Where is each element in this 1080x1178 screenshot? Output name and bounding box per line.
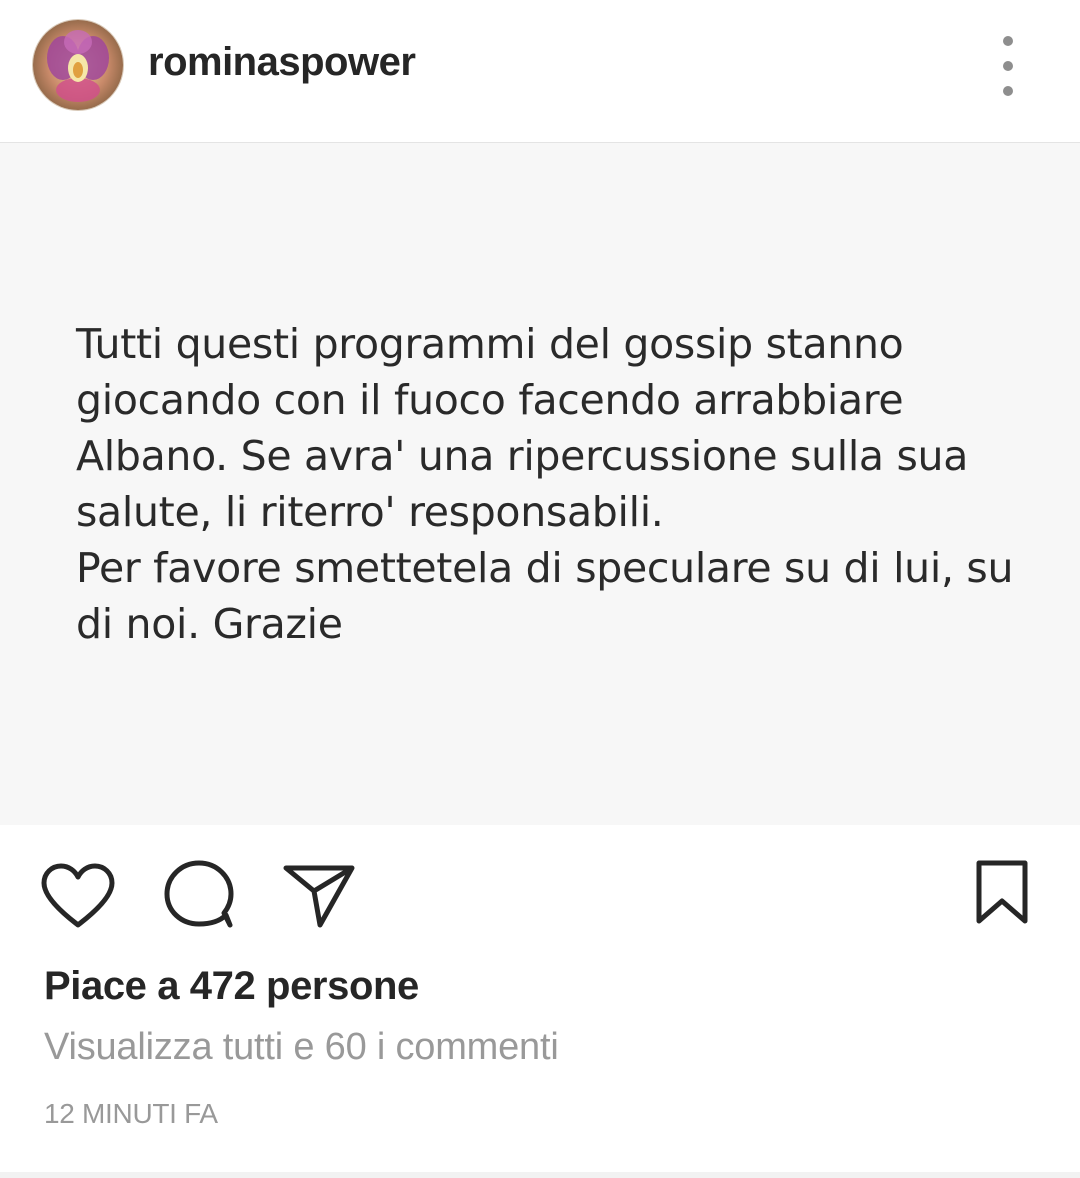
more-vertical-icon-dot (1003, 86, 1013, 96)
likes-count[interactable]: Piace a 472 persone (44, 964, 419, 1009)
bookmark-icon (976, 860, 1028, 924)
send-icon (283, 865, 355, 928)
username[interactable]: rominaspower (148, 40, 416, 85)
more-vertical-icon-dot (1003, 61, 1013, 71)
post-image-text: Tutti questi programmi del gossip stanno… (76, 320, 1014, 648)
flower-avatar-icon (33, 20, 123, 110)
divider (0, 1172, 1080, 1178)
action-bar (0, 825, 1080, 955)
post-timestamp: 12 MINUTI FA (44, 1098, 218, 1129)
heart-icon (41, 863, 115, 928)
comment-button[interactable] (162, 859, 236, 929)
post-header: rominaspower (0, 0, 1080, 143)
like-button[interactable] (40, 863, 116, 929)
share-button[interactable] (282, 863, 356, 929)
user-avatar[interactable] (33, 20, 123, 110)
comment-icon (164, 860, 234, 928)
save-button[interactable] (974, 859, 1030, 925)
more-vertical-icon-dot (1003, 36, 1013, 46)
more-options-button[interactable] (990, 36, 1026, 96)
view-comments-link[interactable]: Visualizza tutti e 60 i commenti (44, 1026, 559, 1069)
